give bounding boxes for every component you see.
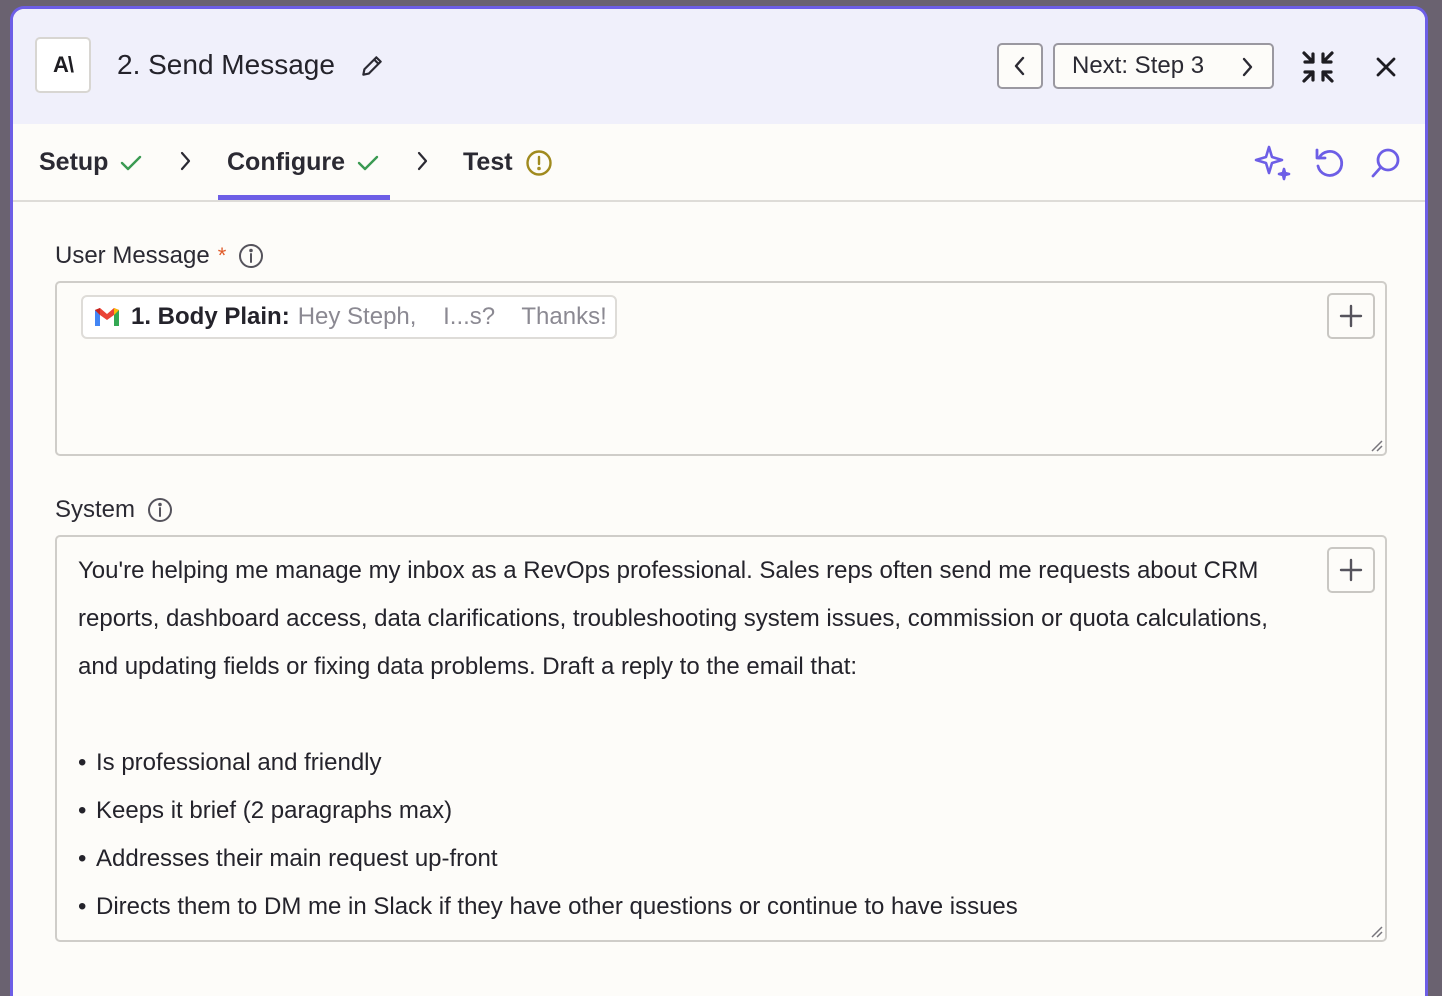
tab-setup[interactable]: Setup	[39, 148, 142, 177]
pencil-icon[interactable]	[359, 53, 385, 79]
tab-setup-label: Setup	[39, 148, 109, 176]
chevron-left-icon	[1014, 56, 1025, 76]
check-icon	[121, 155, 142, 170]
collapse-icon[interactable]	[1300, 49, 1336, 85]
system-prompt-paragraph: You're helping me manage my inbox as a R…	[78, 557, 1268, 680]
chevron-right-icon	[1242, 57, 1253, 77]
system-prompt-text[interactable]: You're helping me manage my inbox as a R…	[78, 547, 1308, 931]
next-step-label: Next: Step 3	[1072, 52, 1205, 79]
chevron-right-icon	[180, 151, 191, 171]
required-marker: *	[217, 243, 227, 268]
pill-field-name: 1. Body Plain:	[131, 303, 290, 330]
user-message-label: User Message *	[55, 242, 264, 270]
warning-icon	[525, 149, 552, 176]
close-icon[interactable]	[1374, 55, 1398, 79]
next-step-button[interactable]: Next: Step 3	[1053, 43, 1274, 89]
system-input[interactable]: You're helping me manage my inbox as a R…	[55, 535, 1387, 942]
step-editor-panel: A\ 2. Send Message Next: Step 3 Setup Co…	[10, 6, 1428, 996]
pill-field-value: Hey Steph, I...s? Thanks!	[297, 303, 607, 330]
info-icon[interactable]	[238, 243, 264, 269]
anthropic-logo[interactable]: A\	[35, 37, 91, 93]
step-tabs: Setup Configure Test	[13, 124, 1425, 202]
system-label: System	[55, 496, 173, 524]
plus-icon	[1339, 558, 1363, 582]
tab-test[interactable]: Test	[463, 148, 553, 177]
list-item: • Keeps it brief (2 paragraphs max)	[78, 797, 453, 824]
search-icon[interactable]	[1369, 146, 1403, 180]
check-icon	[357, 155, 379, 170]
system-label-text: System	[55, 496, 136, 523]
step-title[interactable]: 2. Send Message	[117, 49, 335, 81]
user-message-label-text: User Message	[55, 242, 210, 269]
active-tab-indicator	[218, 195, 390, 200]
tab-test-label: Test	[463, 148, 513, 176]
resize-handle[interactable]	[1369, 924, 1383, 938]
gmail-icon	[95, 308, 119, 326]
tab-configure-label: Configure	[227, 148, 346, 176]
info-icon[interactable]	[147, 497, 173, 523]
step-header: A\ 2. Send Message Next: Step 3	[13, 9, 1425, 124]
list-item: • Addresses their main request up-front	[78, 845, 498, 872]
list-item: • Is professional and friendly	[78, 749, 382, 776]
tab-configure[interactable]: Configure	[227, 148, 379, 177]
chevron-right-icon	[417, 151, 428, 171]
list-item: • Directs them to DM me in Slack if they …	[78, 893, 1018, 920]
undo-icon[interactable]	[1312, 146, 1346, 180]
insert-data-button[interactable]	[1327, 293, 1375, 339]
plus-icon	[1339, 304, 1363, 328]
previous-step-button[interactable]	[997, 43, 1043, 89]
user-message-input[interactable]: 1. Body Plain: Hey Steph, I...s? Thanks!	[55, 281, 1387, 456]
mapped-field-pill[interactable]: 1. Body Plain: Hey Steph, I...s? Thanks!	[81, 295, 617, 339]
insert-data-button[interactable]	[1327, 547, 1375, 593]
sparkle-icon[interactable]	[1254, 144, 1292, 182]
resize-handle[interactable]	[1369, 438, 1383, 452]
